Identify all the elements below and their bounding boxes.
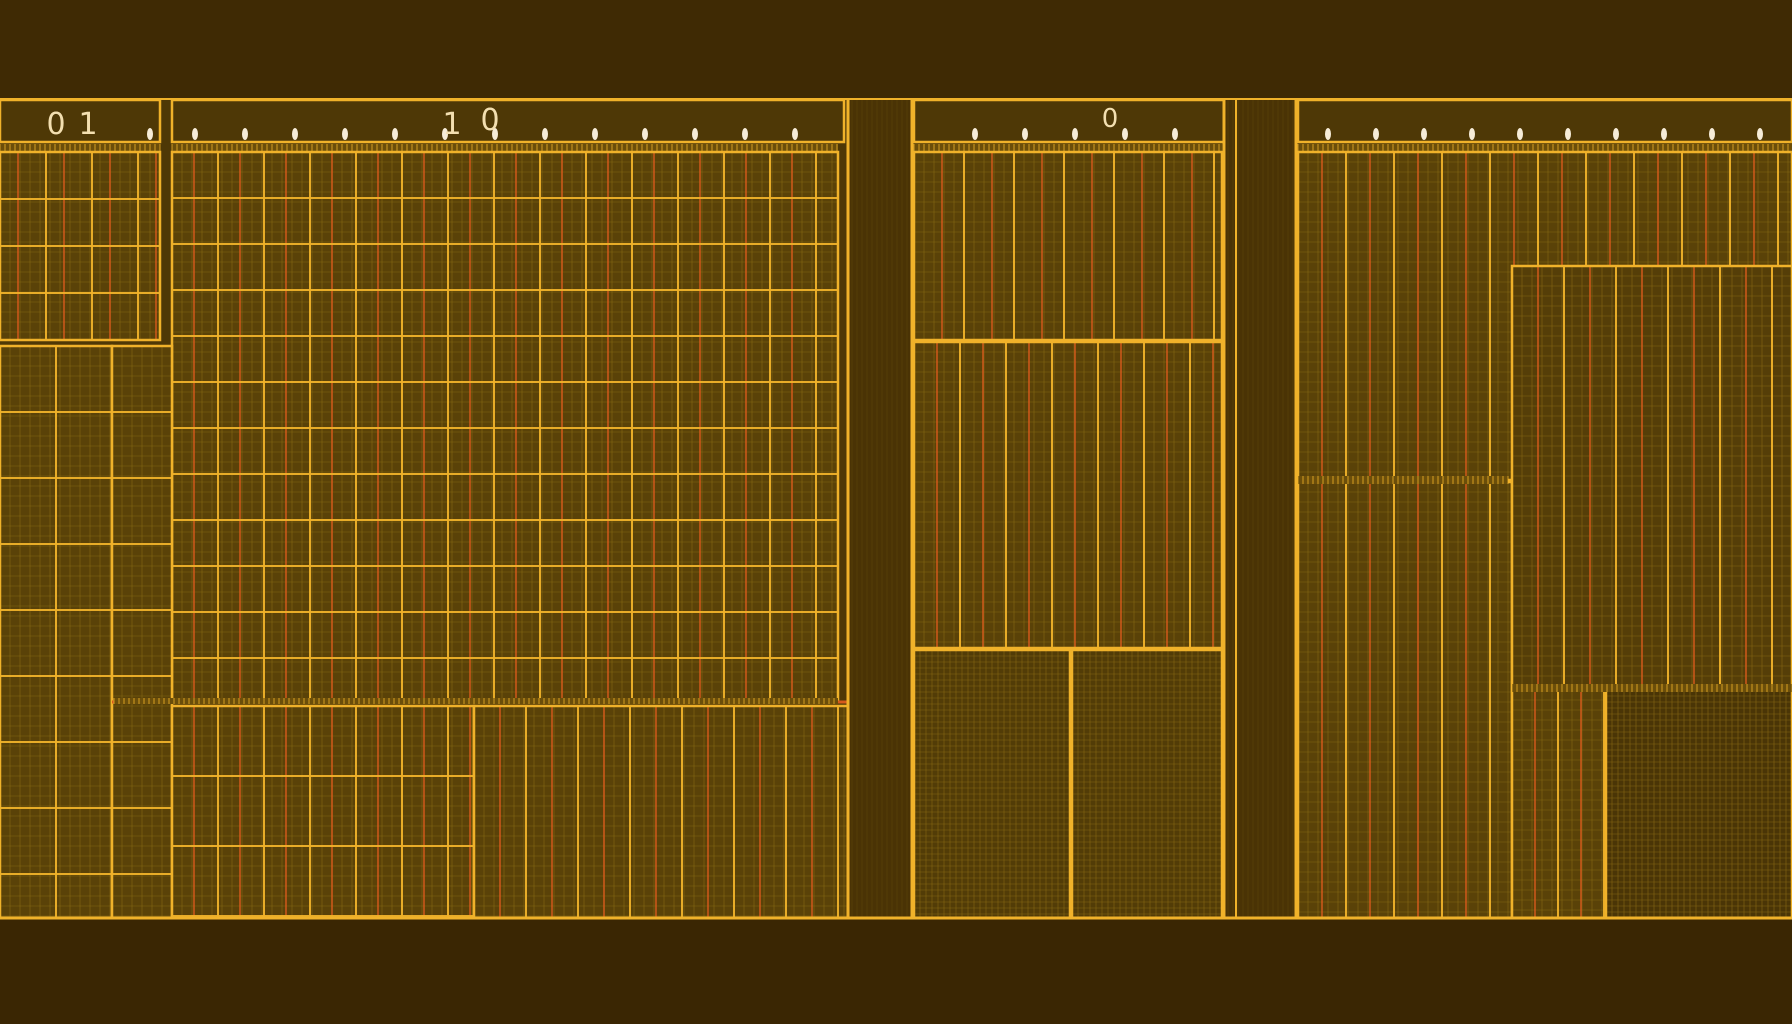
- tick-dot-icon: [1325, 128, 1331, 140]
- tick-dot-icon: [592, 128, 598, 140]
- label-one-center: 1: [442, 107, 461, 142]
- tick-dot-icon: [1709, 128, 1715, 140]
- tick-dot-icon: [792, 128, 798, 140]
- tick-dot-icon: [542, 128, 548, 140]
- tick-dot-icon: [1022, 128, 1028, 140]
- tick-dot-icon: [972, 128, 978, 140]
- tick-dot-icon: [1072, 128, 1078, 140]
- tick-dot-icon: [1565, 128, 1571, 140]
- tick-dot-icon: [292, 128, 298, 140]
- tick-dot-icon: [192, 128, 198, 140]
- tick-dot-icon: [1469, 128, 1475, 140]
- tick-dot-icon: [242, 128, 248, 140]
- tick-dot-icon: [1373, 128, 1379, 140]
- tick-dot-icon: [1613, 128, 1619, 140]
- tick-dot-icon: [692, 128, 698, 140]
- tick-dot-icon: [1122, 128, 1128, 140]
- tick-dot-icon: [742, 128, 748, 140]
- tick-dot-icon: [1517, 128, 1523, 140]
- tick-dot-icon: [392, 128, 398, 140]
- tick-dot-icon: [1757, 128, 1763, 140]
- bottom-band: [0, 918, 1792, 1024]
- tick-dot-icon: [1172, 128, 1178, 140]
- label-zero-center: 0: [480, 103, 499, 138]
- label-zero-right: 0: [1102, 104, 1119, 134]
- grid-canvas: 0 1 1 0 0: [0, 0, 1792, 1024]
- tick-dot-icon: [147, 128, 153, 140]
- grid-artwork: 0 1 1 0 0: [0, 0, 1792, 1024]
- grid-block-fill: [1298, 482, 1512, 918]
- label-zero-left: 0: [46, 107, 65, 142]
- tick-dot-icon: [1661, 128, 1667, 140]
- label-one-left: 1: [78, 107, 97, 142]
- tick-dot-icon: [1421, 128, 1427, 140]
- separator-band-1: [850, 100, 912, 918]
- tick-dot-icon: [342, 128, 348, 140]
- tick-dot-icon: [642, 128, 648, 140]
